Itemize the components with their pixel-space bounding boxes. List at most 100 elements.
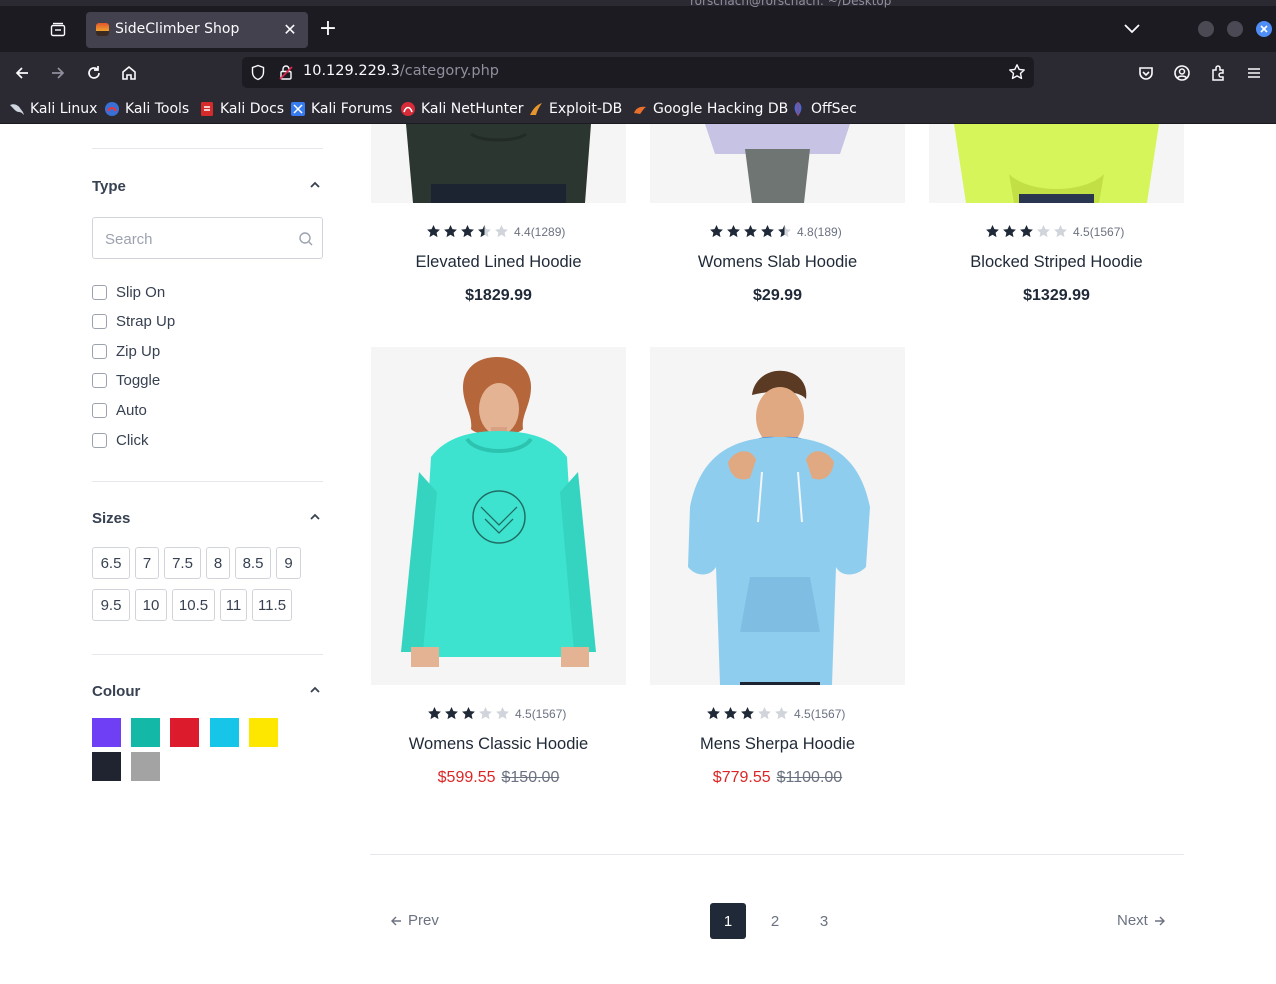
tab-close-icon[interactable]: ✕	[280, 20, 300, 40]
lavender-hoodie-image	[705, 124, 850, 203]
colour-swatch[interactable]	[92, 752, 121, 781]
address-bar[interactable]: 10.129.229.3/category.php	[242, 57, 1034, 88]
product-name[interactable]: Blocked Striped Hoodie	[929, 253, 1184, 272]
size-button[interactable]: 11	[220, 589, 247, 621]
colour-filter-title[interactable]: Colour	[92, 683, 140, 700]
checkbox[interactable]	[92, 313, 107, 329]
type-option-auto[interactable]: Auto	[92, 400, 147, 420]
size-button[interactable]: 7	[135, 547, 159, 579]
insecure-lock-icon[interactable]	[278, 64, 294, 85]
bookmark-kali-tools[interactable]: Kali Tools	[104, 99, 189, 119]
filter-divider	[92, 148, 323, 149]
product-name[interactable]: Mens Sherpa Hoodie	[650, 735, 905, 754]
page-2-button[interactable]: 2	[757, 903, 793, 939]
dark-hoodie-image	[406, 124, 591, 203]
type-option-toggle[interactable]: Toggle	[92, 370, 160, 390]
next-page-link[interactable]: Next	[1117, 912, 1166, 929]
bookmark-label: Exploit-DB	[549, 101, 623, 117]
type-search-input[interactable]	[105, 228, 285, 250]
forward-arrow-icon[interactable]	[44, 60, 72, 86]
type-filter-title[interactable]: Type	[92, 178, 126, 195]
colour-swatch[interactable]	[170, 718, 199, 747]
reload-icon[interactable]	[80, 60, 108, 86]
sizes-filter-title[interactable]: Sizes	[92, 510, 130, 527]
account-icon[interactable]	[1168, 60, 1196, 86]
close-window-button[interactable]	[1256, 21, 1272, 37]
colour-swatch[interactable]	[249, 718, 278, 747]
bookmark-google-hacking-db[interactable]: Google Hacking DB	[632, 99, 788, 119]
size-button[interactable]: 7.5	[164, 547, 201, 579]
review-count: (1289)	[530, 225, 566, 239]
chevron-up-icon[interactable]	[309, 511, 321, 523]
firefox-view-icon[interactable]	[44, 16, 72, 44]
product-image[interactable]	[929, 124, 1184, 203]
checkbox[interactable]	[92, 432, 107, 448]
back-arrow-icon[interactable]	[8, 60, 36, 86]
minimize-button[interactable]	[1198, 21, 1214, 37]
product-image[interactable]	[371, 347, 626, 685]
colour-swatch[interactable]	[131, 752, 160, 781]
size-button[interactable]: 9	[276, 547, 301, 579]
size-button[interactable]: 6.5	[92, 547, 130, 579]
product-image[interactable]	[650, 347, 905, 685]
type-option-strap-up[interactable]: Strap Up	[92, 311, 175, 331]
active-tab[interactable]: SideClimber Shop ✕	[86, 12, 308, 48]
home-icon[interactable]	[115, 60, 143, 86]
sale-price: $599.55	[437, 769, 496, 786]
checkbox[interactable]	[92, 402, 107, 418]
bookmark-label: Google Hacking DB	[653, 101, 789, 117]
extensions-icon[interactable]	[1204, 60, 1232, 86]
colour-swatch[interactable]	[131, 718, 160, 747]
size-button[interactable]: 9.5	[92, 589, 130, 621]
page-1-button[interactable]: 1	[710, 903, 746, 939]
bookmark-exploit-db[interactable]: Exploit-DB	[528, 99, 622, 119]
size-button[interactable]: 10.5	[172, 589, 215, 621]
checkbox[interactable]	[92, 372, 107, 388]
bookmark-kali-nethunter[interactable]: Kali NetHunter	[400, 99, 523, 119]
tracking-shield-icon[interactable]	[250, 64, 266, 85]
kali-forums-icon	[290, 101, 306, 117]
size-button[interactable]: 11.5	[252, 589, 292, 621]
product-name[interactable]: Elevated Lined Hoodie	[371, 253, 626, 272]
star-rating	[709, 224, 792, 239]
pocket-icon[interactable]	[1132, 60, 1160, 86]
type-option-label: Click	[116, 431, 149, 449]
chevron-up-icon[interactable]	[309, 179, 321, 191]
type-option-click[interactable]: Click	[92, 430, 149, 450]
product-image[interactable]	[650, 124, 905, 203]
new-tab-plus-icon[interactable]: +	[316, 18, 340, 42]
bookmark-kali-linux[interactable]: Kali Linux	[9, 99, 97, 119]
bookmark-kali-forums[interactable]: Kali Forums	[290, 99, 392, 119]
star-empty-icon	[758, 707, 771, 720]
exploit-db-icon	[528, 101, 544, 117]
colour-swatch[interactable]	[92, 718, 121, 747]
size-button[interactable]: 8.5	[235, 547, 271, 579]
product-image[interactable]	[371, 124, 626, 203]
checkbox[interactable]	[92, 343, 107, 359]
bookmark-star-icon[interactable]	[1008, 63, 1026, 85]
product-price: $29.99	[753, 287, 802, 304]
review-count: (1567)	[810, 707, 846, 721]
type-option-zip-up[interactable]: Zip Up	[92, 341, 160, 361]
product-name[interactable]: Womens Classic Hoodie	[371, 735, 626, 754]
prev-page-link[interactable]: Prev	[390, 912, 439, 929]
size-button[interactable]: 8	[206, 547, 230, 579]
page-3-button[interactable]: 3	[806, 903, 842, 939]
bookmark-offsec[interactable]: OffSec	[790, 99, 857, 119]
checkbox[interactable]	[92, 284, 107, 300]
chevron-up-icon[interactable]	[309, 684, 321, 696]
original-price: $150.00	[501, 769, 560, 786]
size-button[interactable]: 10	[135, 589, 167, 621]
search-icon[interactable]	[298, 231, 314, 252]
kali-docs-icon	[199, 101, 215, 117]
filter-divider	[92, 654, 323, 655]
maximize-button[interactable]	[1227, 21, 1243, 37]
type-option-label: Auto	[116, 401, 147, 419]
type-option-slip-on[interactable]: Slip On	[92, 282, 165, 302]
url-text[interactable]: 10.129.229.3/category.php	[303, 63, 499, 79]
menu-hamburger-icon[interactable]	[1240, 60, 1268, 86]
bookmark-kali-docs[interactable]: Kali Docs	[199, 99, 284, 119]
tabs-list-chevron-icon[interactable]	[1120, 18, 1144, 40]
product-name[interactable]: Womens Slab Hoodie	[650, 253, 905, 272]
colour-swatch[interactable]	[210, 718, 239, 747]
